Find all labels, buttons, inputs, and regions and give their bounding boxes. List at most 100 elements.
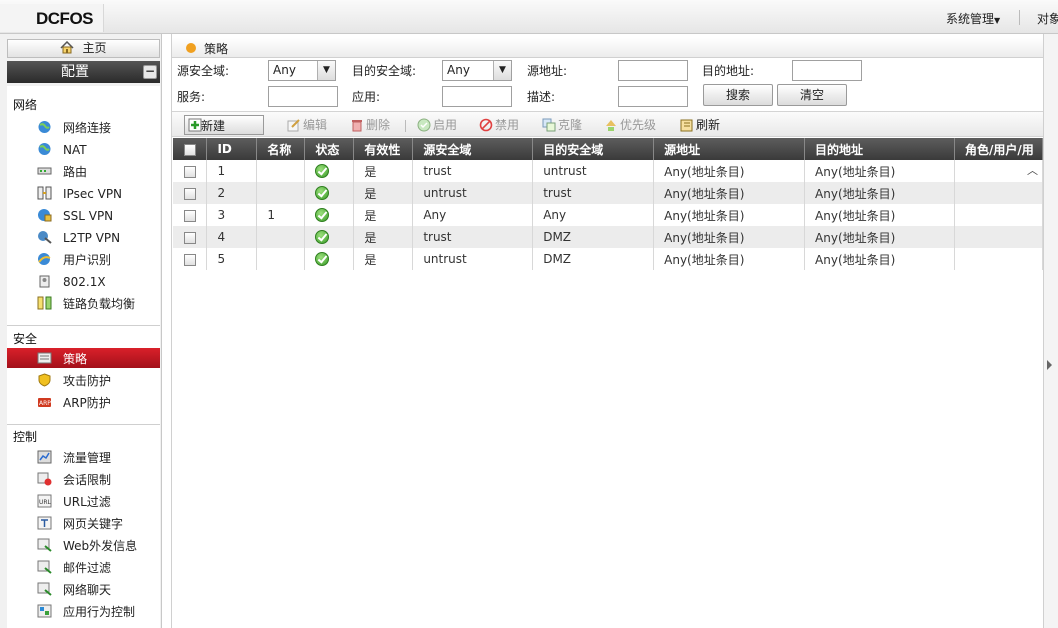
column-header-src-addr[interactable]: 源地址	[653, 138, 806, 160]
table-header: ID 名称 状态 有效性 源安全域 目的安全域 源地址 目的地址 角色/用户/用	[173, 138, 1044, 160]
sidebar-item-link-balance[interactable]: 链路负载均衡	[7, 293, 160, 313]
globe-icon	[38, 121, 51, 133]
table-row[interactable]: 3 1 是 Any Any Any(地址条目) Any(地址条目)	[173, 204, 1044, 226]
sidebar-item-ipsec-vpn[interactable]: IPsec VPN	[7, 183, 160, 203]
refresh-button[interactable]: 刷新	[680, 115, 720, 135]
arp-icon: ARP	[38, 398, 51, 407]
sidebar-item-traffic[interactable]: 流量管理	[7, 447, 160, 467]
column-header-src-zone[interactable]: 源安全域	[412, 138, 534, 160]
row-checkbox-cell[interactable]	[173, 226, 208, 248]
chevron-up-icon[interactable]: ︿	[1027, 162, 1038, 178]
select-all-checkbox[interactable]	[173, 138, 208, 160]
row-checkbox-cell[interactable]	[173, 182, 208, 204]
home-label: 主页	[82, 41, 107, 55]
sidebar-item-session-limit[interactable]: 会话限制	[7, 469, 160, 489]
sidebar-item-url-filter[interactable]: URL URL过滤	[7, 491, 160, 511]
search-button[interactable]: 搜索	[703, 84, 773, 106]
new-button[interactable]: 新建	[184, 115, 264, 135]
column-header-status[interactable]: 状态	[304, 138, 355, 160]
sidebar-item-mail-filter[interactable]: 邮件过滤	[7, 557, 160, 577]
sidebar-item-8021x[interactable]: 802.1X	[7, 271, 160, 291]
sidebar-item-arp-defense[interactable]: ARP ARP防护	[7, 392, 160, 412]
edit-button[interactable]: 编辑	[287, 115, 327, 135]
config-label: 配置	[61, 64, 89, 80]
delete-button[interactable]: 删除	[350, 115, 390, 135]
cell-status	[304, 248, 355, 270]
sidebar-item-network-connection[interactable]: 网络连接	[7, 117, 160, 137]
column-header-valid[interactable]: 有效性	[353, 138, 414, 160]
checkbox[interactable]	[183, 187, 196, 200]
toolbar: 新建 编辑 删除 启用 禁用 克隆 优先级 刷新	[172, 111, 1044, 137]
object-menu[interactable]: 对象	[1037, 10, 1058, 27]
cell-valid: 是	[353, 248, 414, 270]
sidebar-item-l2tp-vpn[interactable]: L2TP VPN	[7, 227, 160, 247]
vpn-icon	[37, 186, 52, 200]
dst-addr-input[interactable]	[792, 60, 862, 81]
cell-dst-zone: DMZ	[532, 226, 655, 248]
column-header-name[interactable]: 名称	[256, 138, 306, 160]
clear-button[interactable]: 清空	[777, 84, 847, 106]
row-checkbox-cell[interactable]	[173, 160, 208, 182]
enable-icon	[417, 118, 431, 132]
checkbox[interactable]	[183, 231, 196, 244]
sidebar-item-user-identify[interactable]: 用户识别	[7, 249, 160, 269]
disable-button[interactable]: 禁用	[479, 115, 519, 135]
service-input[interactable]	[268, 86, 338, 107]
table-row[interactable]: 1 是 trust untrust Any(地址条目) Any(地址条目)	[173, 160, 1044, 182]
enable-button[interactable]: 启用	[417, 115, 457, 135]
column-header-id[interactable]: ID	[206, 138, 258, 160]
table-row[interactable]: 5 是 untrust DMZ Any(地址条目) Any(地址条目)	[173, 248, 1044, 270]
table-row[interactable]: 2 是 untrust trust Any(地址条目) Any(地址条目)	[173, 182, 1044, 204]
sidebar-item-web-outbound[interactable]: Web外发信息	[7, 535, 160, 555]
cell-src-addr: Any(地址条目)	[653, 204, 806, 226]
checkbox[interactable]	[183, 165, 196, 178]
table-row[interactable]: 4 是 trust DMZ Any(地址条目) Any(地址条目)	[173, 226, 1044, 248]
sidebar-item-nat[interactable]: NAT	[7, 139, 160, 159]
checkbox[interactable]	[183, 209, 196, 222]
cell-role-user	[954, 204, 1044, 226]
sidebar-item-app-control[interactable]: 应用行为控制	[7, 601, 160, 621]
row-checkbox-cell[interactable]	[173, 204, 208, 226]
sidebar-item-ssl-vpn[interactable]: SSL VPN	[7, 205, 160, 225]
policy-icon	[37, 352, 52, 364]
checkbox[interactable]	[183, 143, 196, 156]
status-enabled-icon	[315, 230, 330, 245]
column-header-dst-zone[interactable]: 目的安全域	[532, 138, 655, 160]
sidebar-item-chat[interactable]: 网络聊天	[7, 579, 160, 599]
divider	[405, 120, 406, 132]
priority-button[interactable]: 优先级	[604, 115, 656, 135]
cell-id: 1	[206, 160, 258, 182]
cell-dst-addr: Any(地址条目)	[804, 204, 955, 226]
collapse-icon[interactable]: −	[143, 65, 157, 79]
cell-valid: 是	[353, 160, 414, 182]
src-zone-select[interactable]: Any ▼	[268, 60, 336, 81]
section-title: 网络	[13, 98, 38, 112]
sidebar-item-label: URL过滤	[63, 495, 111, 509]
row-checkbox-cell[interactable]	[173, 248, 208, 270]
column-header-dst-addr[interactable]: 目的地址	[804, 138, 955, 160]
sidebar-item-label: 网络聊天	[63, 583, 112, 597]
cell-dst-addr: Any(地址条目)	[804, 182, 955, 204]
src-addr-label: 源地址:	[527, 64, 568, 78]
section-title: 控制	[13, 430, 38, 444]
src-zone-value: Any	[273, 63, 296, 77]
column-header-role-user[interactable]: 角色/用户/用	[954, 138, 1044, 160]
dst-zone-select[interactable]: Any ▼	[442, 60, 512, 81]
app-input[interactable]	[442, 86, 512, 107]
sidebar-item-policy[interactable]: 策略	[7, 348, 160, 368]
disable-label: 禁用	[495, 118, 520, 132]
sidebar-item-attack-defense[interactable]: 攻击防护	[7, 370, 160, 390]
sidebar-item-web-keyword[interactable]: 网页关键字	[7, 513, 160, 533]
sidebar-item-route[interactable]: 路由	[7, 161, 160, 181]
dst-addr-label: 目的地址:	[702, 64, 755, 78]
priority-label: 优先级	[620, 118, 657, 132]
clone-button[interactable]: 克隆	[542, 115, 582, 135]
config-bar[interactable]: 配置 −	[7, 61, 160, 83]
checkbox[interactable]	[183, 253, 196, 266]
l2tp-vpn-icon	[38, 231, 52, 244]
src-addr-input[interactable]	[618, 60, 688, 81]
home-button[interactable]: 主页	[7, 39, 160, 58]
desc-input[interactable]	[618, 86, 688, 107]
system-menu[interactable]: 系统管理▼	[946, 10, 1000, 27]
right-panel-collapse[interactable]	[1043, 34, 1058, 628]
